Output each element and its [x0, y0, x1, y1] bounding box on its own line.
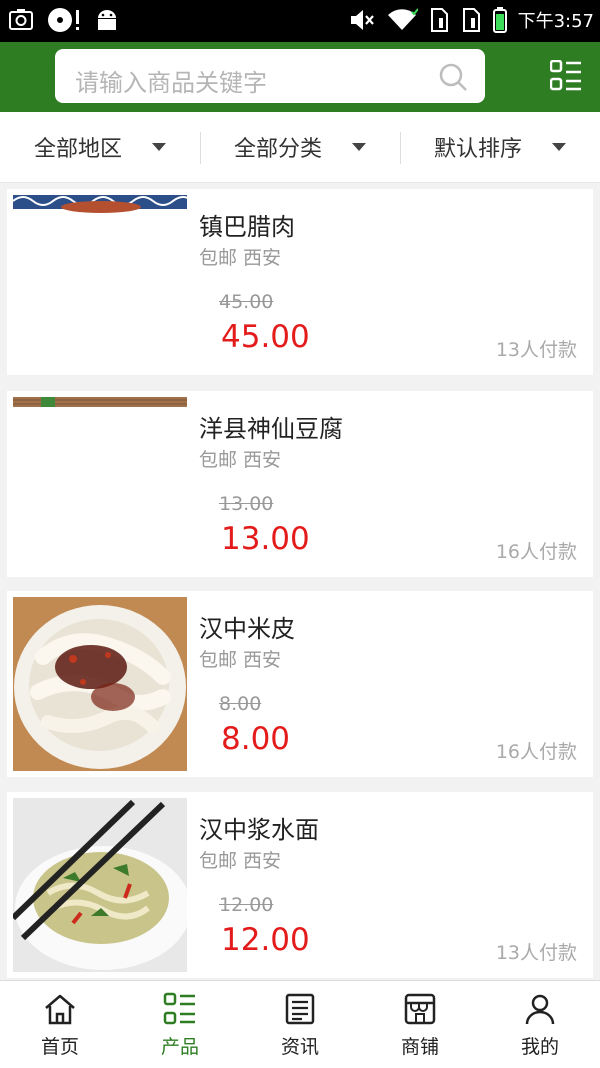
product-card[interactable]: 洋县神仙豆腐 包邮 西安 13.00 13.00 16人付款 — [7, 391, 593, 577]
search-input[interactable]: 请输入商品关键字 — [55, 49, 485, 103]
product-list-icon — [163, 992, 195, 1025]
nav-news-label: 资讯 — [280, 1036, 319, 1058]
product-card[interactable]: 汉中米皮 包邮 西安 8.00 8.00 16人付款 — [7, 591, 593, 777]
filter-region[interactable]: 全部地区 — [0, 112, 200, 182]
shop-icon — [404, 993, 436, 1025]
chevron-down-icon — [552, 143, 566, 151]
chevron-down-icon — [352, 143, 366, 151]
product-shipping: 包邮 西安 — [199, 649, 282, 671]
status-bar: 下午3:57 — [0, 0, 600, 42]
disc-icon — [48, 8, 79, 32]
header-bar: 请输入商品关键字 — [0, 42, 600, 112]
filter-region-label: 全部地区 — [33, 137, 122, 162]
product-title[interactable]: 镇巴腊肉 — [199, 207, 295, 242]
nav-products-label: 产品 — [160, 1036, 199, 1058]
nav-home-label: 首页 — [40, 1036, 79, 1058]
payment-count: 16人付款 — [495, 541, 577, 563]
product-shipping: 包邮 西安 — [199, 449, 282, 471]
search-icon[interactable] — [437, 61, 469, 93]
filter-sort-label: 默认排序 — [433, 137, 522, 162]
product-shipping: 包邮 西安 — [199, 247, 282, 269]
product-card[interactable]: 镇巴腊肉 包邮 西安 45.00 45.00 13人付款 — [7, 189, 593, 375]
product-price: 12.00 — [221, 922, 310, 958]
nav-products[interactable]: 产品 — [120, 981, 240, 1068]
screenshot-icon — [9, 9, 33, 30]
product-title[interactable]: 汉中浆水面 — [199, 810, 319, 845]
nav-profile[interactable]: 我的 — [480, 981, 600, 1068]
payment-count: 13人付款 — [495, 942, 577, 964]
home-icon — [45, 994, 75, 1025]
status-time: 下午3:57 — [517, 11, 594, 32]
nav-news[interactable]: 资讯 — [240, 981, 360, 1068]
product-title[interactable]: 汉中米皮 — [199, 609, 295, 644]
filter-sort[interactable]: 默认排序 — [400, 112, 600, 182]
wifi-icon — [387, 8, 418, 31]
product-image[interactable] — [13, 798, 187, 972]
product-image[interactable] — [13, 597, 187, 771]
original-price: 8.00 — [219, 693, 262, 715]
product-card[interactable]: 汉中浆水面 包邮 西安 12.00 12.00 13人付款 — [7, 792, 593, 978]
filter-category-label: 全部分类 — [233, 137, 322, 162]
original-price: 13.00 — [219, 493, 274, 515]
product-image[interactable] — [13, 195, 187, 369]
product-shipping: 包邮 西安 — [199, 850, 282, 872]
product-image[interactable] — [13, 397, 187, 571]
battery-icon — [492, 7, 507, 33]
nav-shop-label: 商铺 — [400, 1036, 439, 1058]
news-icon — [285, 993, 315, 1025]
menu-list-icon[interactable] — [550, 60, 582, 92]
product-price: 45.00 — [221, 319, 310, 355]
original-price: 12.00 — [219, 894, 274, 916]
nav-home[interactable]: 首页 — [0, 981, 120, 1068]
mute-icon — [350, 10, 374, 30]
bottom-navigation: 首页 产品 资讯 商铺 我的 — [0, 980, 600, 1068]
product-title[interactable]: 洋县神仙豆腐 — [199, 409, 343, 444]
sim-1-icon — [430, 8, 448, 32]
product-price: 13.00 — [221, 521, 310, 557]
sim-2-icon — [462, 8, 480, 32]
original-price: 45.00 — [219, 291, 274, 313]
filter-bar: 全部地区 全部分类 默认排序 — [0, 112, 600, 183]
android-icon — [98, 10, 116, 30]
product-price: 8.00 — [221, 721, 291, 757]
payment-count: 13人付款 — [495, 339, 577, 361]
nav-profile-label: 我的 — [520, 1036, 559, 1058]
filter-category[interactable]: 全部分类 — [200, 112, 400, 182]
nav-shop[interactable]: 商铺 — [360, 981, 480, 1068]
chevron-down-icon — [152, 143, 166, 151]
payment-count: 16人付款 — [495, 741, 577, 763]
search-placeholder: 请输入商品关键字 — [75, 69, 267, 97]
user-icon — [525, 994, 555, 1025]
